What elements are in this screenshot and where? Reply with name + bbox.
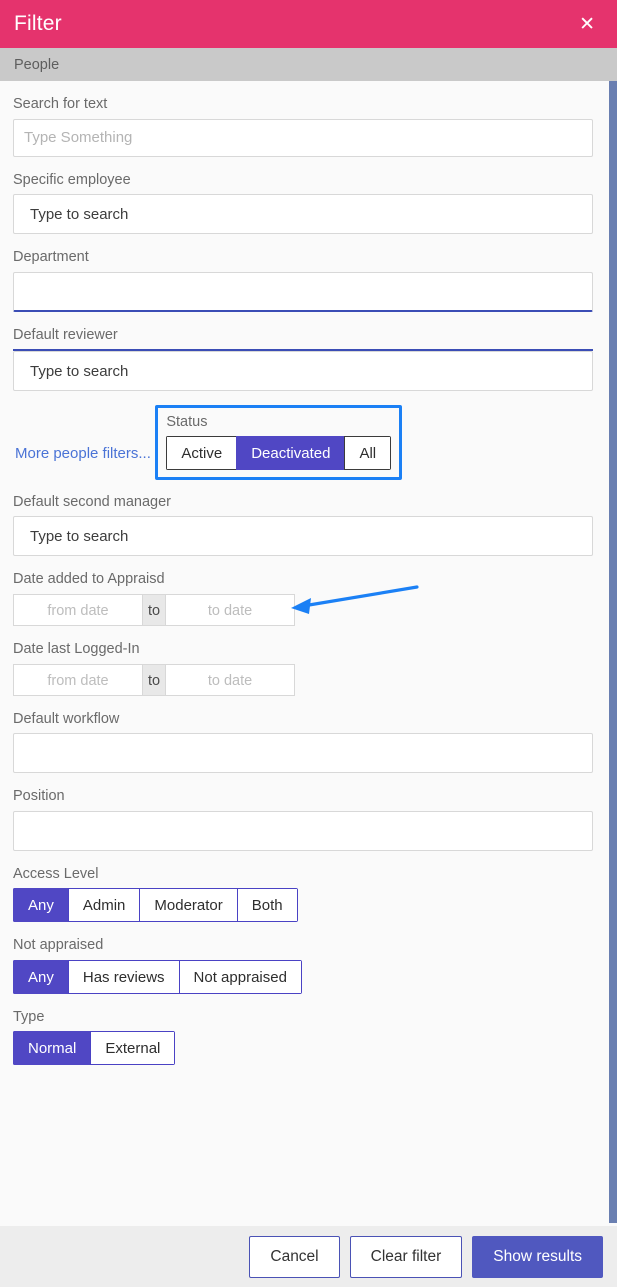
not-appraised-option-not-appraised[interactable]: Not appraised bbox=[178, 959, 302, 994]
type-option-external[interactable]: External bbox=[90, 1031, 176, 1066]
search-for-text-input[interactable]: Type Something bbox=[13, 118, 593, 157]
tab-people[interactable]: People bbox=[14, 57, 59, 73]
close-icon[interactable]: ✕ bbox=[573, 11, 601, 38]
dialog-footer: Cancel Clear filter Show results bbox=[0, 1226, 617, 1287]
date-added-from-input[interactable]: from date bbox=[13, 593, 143, 626]
date-last-login-range: from date to to date bbox=[13, 663, 295, 696]
cancel-button[interactable]: Cancel bbox=[249, 1235, 340, 1278]
access-level-option-both[interactable]: Both bbox=[236, 888, 298, 923]
not-appraised-segmented-control: Any Has reviews Not appraised bbox=[13, 959, 302, 994]
not-appraised-option-has-reviews[interactable]: Has reviews bbox=[67, 959, 179, 994]
date-added-separator: to bbox=[143, 593, 165, 626]
field-date-added: Date added to Appraisd from date to to d… bbox=[13, 570, 593, 626]
status-segmented-control: Active Deactivated All bbox=[166, 435, 392, 470]
specific-employee-placeholder: Type to search bbox=[30, 205, 129, 223]
date-last-login-to-input[interactable]: to date bbox=[165, 663, 295, 696]
status-option-deactivated[interactable]: Deactivated bbox=[236, 435, 345, 470]
field-type: Type Normal External bbox=[13, 1008, 593, 1066]
field-default-workflow: Default workflow bbox=[13, 710, 593, 774]
show-results-button[interactable]: Show results bbox=[472, 1235, 603, 1278]
label-position: Position bbox=[13, 788, 65, 805]
type-option-normal[interactable]: Normal bbox=[13, 1031, 91, 1066]
access-level-segmented-control: Any Admin Moderator Both bbox=[13, 888, 298, 923]
label-department: Department bbox=[13, 249, 89, 266]
scrollbar-thumb[interactable] bbox=[609, 81, 617, 1223]
not-appraised-option-any[interactable]: Any bbox=[13, 959, 68, 994]
date-added-to-input[interactable]: to date bbox=[165, 593, 295, 626]
filter-dialog: Filter ✕ People Search for text Type Som… bbox=[0, 0, 617, 1287]
field-position: Position bbox=[13, 787, 593, 851]
label-date-last-login: Date last Logged-In bbox=[13, 640, 140, 657]
default-second-manager-placeholder: Type to search bbox=[30, 527, 129, 545]
access-level-option-moderator[interactable]: Moderator bbox=[139, 888, 237, 923]
field-not-appraised: Not appraised Any Has reviews Not apprai… bbox=[13, 936, 593, 994]
clear-filter-button[interactable]: Clear filter bbox=[349, 1235, 463, 1278]
access-level-option-any[interactable]: Any bbox=[13, 888, 68, 923]
default-reviewer-input[interactable]: Type to search bbox=[13, 351, 593, 392]
field-access-level: Access Level Any Admin Moderator Both bbox=[13, 865, 593, 923]
default-workflow-input[interactable] bbox=[13, 733, 593, 774]
type-segmented-control: Normal External bbox=[13, 1031, 176, 1066]
label-status: Status bbox=[166, 414, 208, 431]
more-people-filters-link[interactable]: More people filters... bbox=[15, 445, 151, 462]
label-default-second-manager: Default second manager bbox=[13, 493, 171, 510]
default-second-manager-input[interactable]: Type to search bbox=[13, 516, 593, 557]
label-access-level: Access Level bbox=[13, 865, 99, 882]
filter-form-scroll-area: Search for text Type Something Specific … bbox=[0, 81, 617, 1226]
field-search-for-text: Search for text Type Something bbox=[13, 95, 593, 157]
status-option-active[interactable]: Active bbox=[166, 435, 237, 470]
access-level-option-admin[interactable]: Admin bbox=[67, 888, 140, 923]
specific-employee-input[interactable]: Type to search bbox=[13, 194, 593, 235]
label-default-workflow: Default workflow bbox=[13, 710, 120, 727]
date-last-login-from-input[interactable]: from date bbox=[13, 663, 143, 696]
search-for-text-placeholder: Type Something bbox=[24, 129, 133, 147]
scrollbar-track[interactable] bbox=[609, 81, 617, 1226]
department-input[interactable] bbox=[13, 271, 593, 312]
label-type: Type bbox=[13, 1008, 45, 1025]
status-filter-group-highlight: Status Active Deactivated All bbox=[155, 405, 403, 480]
label-search-for-text: Search for text bbox=[13, 96, 108, 112]
label-specific-employee: Specific employee bbox=[13, 171, 131, 188]
field-default-reviewer: Default reviewer Type to search bbox=[13, 326, 593, 392]
position-input[interactable] bbox=[13, 810, 593, 851]
date-added-range: from date to to date bbox=[13, 593, 295, 626]
field-default-second-manager: Default second manager Type to search bbox=[13, 493, 593, 557]
filter-form: Search for text Type Something Specific … bbox=[0, 81, 617, 1089]
date-last-login-separator: to bbox=[143, 663, 165, 696]
dialog-title: Filter bbox=[14, 12, 62, 35]
label-default-reviewer: Default reviewer bbox=[13, 326, 118, 343]
dialog-titlebar: Filter ✕ bbox=[0, 0, 617, 48]
field-department: Department bbox=[13, 248, 593, 312]
field-date-last-login: Date last Logged-In from date to to date bbox=[13, 640, 593, 696]
default-reviewer-placeholder: Type to search bbox=[30, 362, 129, 380]
label-date-added: Date added to Appraisd bbox=[13, 571, 165, 588]
label-not-appraised: Not appraised bbox=[13, 937, 104, 954]
status-option-all[interactable]: All bbox=[344, 435, 392, 470]
tab-bar: People bbox=[0, 48, 617, 81]
field-specific-employee: Specific employee Type to search bbox=[13, 171, 593, 235]
